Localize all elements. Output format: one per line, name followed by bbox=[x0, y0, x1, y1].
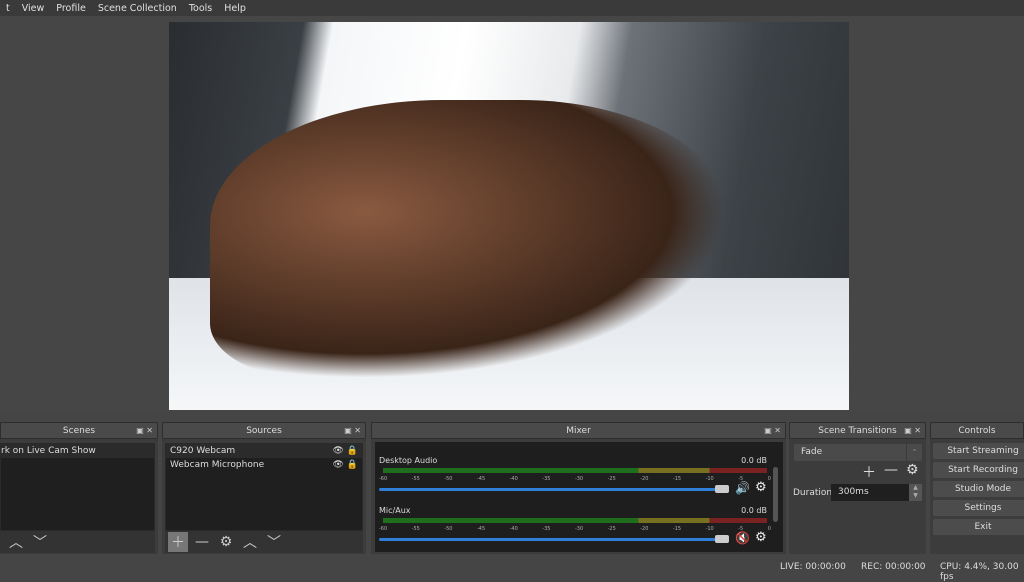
menu-edit[interactable]: t bbox=[0, 3, 16, 14]
transitions-title: Scene Transitions bbox=[818, 426, 897, 436]
add-icon[interactable]: ＋ bbox=[168, 532, 188, 552]
move-up-icon[interactable]: ︿ bbox=[6, 532, 26, 552]
duration-value: 300ms bbox=[838, 487, 869, 497]
source-item[interactable]: C920 Webcam 👁 🔒 bbox=[166, 444, 362, 458]
mixer-scrollbar[interactable] bbox=[773, 467, 778, 522]
dock-float-close-icons[interactable]: ▣ ✕ bbox=[764, 423, 781, 439]
move-down-icon[interactable]: ﹀ bbox=[264, 532, 284, 552]
settings-button[interactable]: Settings bbox=[933, 500, 1024, 516]
meter-ticks: -60 -55 -50 -45 -40 -35 -30 -25 -20 -15 -10 -5 0 bbox=[379, 476, 771, 482]
meter-tick-label: -60 bbox=[379, 476, 388, 482]
channel-db: 0.0 dB bbox=[741, 456, 767, 465]
meter-tick-label: -55 bbox=[411, 476, 420, 482]
duration-spinner[interactable]: ▲ ▼ bbox=[909, 484, 922, 501]
meter-tick-label: -20 bbox=[640, 526, 649, 532]
meter-tick-label: -30 bbox=[574, 526, 584, 532]
dock-float-close-icons[interactable]: ▣ ✕ bbox=[904, 423, 921, 439]
muted-speaker-icon[interactable]: 🔇 bbox=[735, 531, 750, 545]
meter-tick-label: -45 bbox=[476, 526, 486, 532]
studio-mode-button[interactable]: Studio Mode bbox=[933, 481, 1024, 497]
move-up-icon[interactable]: ︿ bbox=[240, 532, 260, 552]
menu-bar: t View Profile Scene Collection Tools He… bbox=[0, 0, 1024, 16]
gear-icon[interactable]: ⚙ bbox=[906, 462, 919, 482]
menu-profile[interactable]: Profile bbox=[50, 3, 92, 14]
transition-value: Fade bbox=[801, 447, 823, 457]
duration-label: Duration bbox=[793, 488, 833, 498]
dock-float-close-icons[interactable]: ▣ ✕ bbox=[136, 423, 153, 439]
remove-icon[interactable]: — bbox=[884, 462, 898, 482]
start-streaming-button[interactable]: Start Streaming bbox=[933, 443, 1024, 459]
updown-arrow-icon: ⌃ ⌄ bbox=[906, 444, 922, 473]
meter-tick-label: -15 bbox=[672, 526, 682, 532]
preview-image-part bbox=[209, 99, 727, 379]
scenes-title: Scenes bbox=[62, 426, 96, 436]
channel-db: 0.0 dB bbox=[741, 506, 767, 515]
meter-tick-label: -15 bbox=[672, 476, 682, 482]
dock-float-close-icons[interactable]: ▣ ✕ bbox=[344, 423, 361, 439]
gear-icon[interactable]: ⚙ bbox=[216, 534, 236, 550]
volume-meter bbox=[383, 468, 767, 473]
menu-view[interactable]: View bbox=[16, 3, 51, 14]
channel-name: Mic/Aux bbox=[379, 506, 411, 515]
meter-tick-label: 0 bbox=[767, 526, 771, 532]
meter-tick-label: -50 bbox=[444, 526, 453, 532]
transition-select[interactable]: Fade ⌃ ⌄ bbox=[794, 444, 922, 473]
scenes-toolbar: ︿ ﹀ bbox=[0, 531, 155, 553]
gear-icon[interactable]: ⚙ bbox=[755, 530, 767, 545]
menu-tools[interactable]: Tools bbox=[183, 3, 218, 14]
meter-tick-label: -60 bbox=[379, 526, 388, 532]
meter-tick-label: -35 bbox=[542, 476, 551, 482]
video-preview[interactable] bbox=[169, 22, 849, 410]
scenes-list[interactable]: rk on Live Cam Show bbox=[0, 443, 155, 531]
exit-button[interactable]: Exit bbox=[933, 519, 1024, 535]
fader-handle[interactable] bbox=[715, 535, 729, 543]
mixer-panel: Desktop Audio 0.0 dB -60 -55 -50 -45 -40 -35 -… bbox=[375, 442, 783, 552]
visibility-eye-lock-icons[interactable]: 👁 🔒 bbox=[333, 458, 359, 472]
duration-input[interactable]: 300ms bbox=[831, 484, 909, 501]
sources-list[interactable]: C920 Webcam 👁 🔒 Webcam Microphone 👁 🔒 bbox=[165, 443, 363, 531]
sources-title: Sources bbox=[246, 426, 282, 436]
meter-tick-label: -40 bbox=[509, 526, 518, 532]
rec-status: REC: 00:00:00 bbox=[861, 562, 926, 572]
mixer-title: Mixer bbox=[566, 426, 591, 436]
menu-help[interactable]: Help bbox=[218, 3, 252, 14]
meter-tick-label: 0 bbox=[767, 476, 771, 482]
live-status: LIVE: 00:00:00 bbox=[780, 562, 846, 572]
volume-fader[interactable] bbox=[379, 538, 719, 541]
start-recording-button[interactable]: Start Recording bbox=[933, 462, 1024, 478]
gear-icon[interactable]: ⚙ bbox=[755, 480, 767, 495]
volume-fader[interactable] bbox=[379, 488, 719, 491]
menu-scene-collection[interactable]: Scene Collection bbox=[92, 3, 183, 14]
meter-tick-label: -40 bbox=[509, 476, 518, 482]
fader-handle[interactable] bbox=[715, 485, 729, 493]
source-item[interactable]: Webcam Microphone 👁 🔒 bbox=[166, 458, 362, 472]
remove-icon[interactable]: — bbox=[192, 534, 212, 550]
cpu-status: CPU: 4.4%, 30.00 fps bbox=[940, 562, 1019, 582]
meter-ticks: -60 -55 -50 -45 -40 -35 -30 -25 -20 -15 -10 -5 0 bbox=[379, 526, 771, 532]
meter-tick-label: -30 bbox=[574, 476, 584, 482]
meter-tick-label: -35 bbox=[542, 526, 551, 532]
meter-tick-label: -20 bbox=[640, 476, 649, 482]
meter-tick-label: -10 bbox=[705, 476, 714, 482]
meter-tick-label: -25 bbox=[607, 476, 616, 482]
meter-tick-label: -55 bbox=[411, 526, 420, 532]
add-icon[interactable]: ＋ bbox=[862, 462, 876, 482]
meter-tick-label: -45 bbox=[476, 476, 486, 482]
sources-toolbar: ＋ — ⚙ ︿ ﹀ bbox=[165, 531, 363, 553]
visibility-eye-lock-icons[interactable]: 👁 🔒 bbox=[333, 444, 359, 458]
speaker-icon[interactable]: 🔊 bbox=[735, 481, 750, 495]
source-name: C920 Webcam bbox=[170, 446, 236, 456]
move-down-icon[interactable]: ﹀ bbox=[30, 532, 50, 552]
meter-tick-label: -50 bbox=[444, 476, 453, 482]
scene-item[interactable]: rk on Live Cam Show bbox=[1, 444, 154, 458]
meter-tick-label: -25 bbox=[607, 526, 616, 532]
volume-meter bbox=[383, 518, 767, 523]
channel-name: Desktop Audio bbox=[379, 456, 438, 465]
controls-title: Controls bbox=[958, 426, 996, 436]
meter-tick-label: -10 bbox=[705, 526, 714, 532]
source-name: Webcam Microphone bbox=[170, 460, 265, 470]
